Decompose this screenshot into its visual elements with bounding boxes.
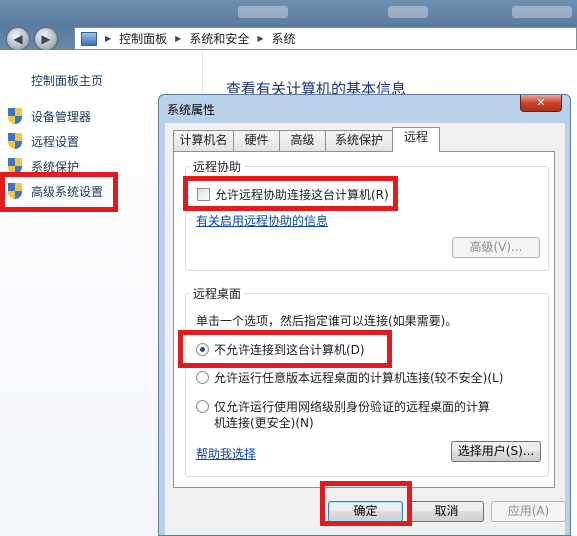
remote-assistance-label: 远程协助: [190, 158, 245, 175]
shield-icon: [8, 183, 22, 199]
select-users-button[interactable]: 选择用户(S)...: [451, 441, 541, 462]
ok-button[interactable]: 确定: [328, 501, 403, 522]
close-icon: ✕: [536, 96, 546, 109]
control-panel-icon: [81, 31, 97, 46]
close-button[interactable]: ✕: [520, 95, 562, 112]
remote-desktop-instruction: 单击一个选项，然后指定谁可以连接(如果需要)。: [196, 314, 458, 328]
cancel-button[interactable]: 取消: [409, 501, 484, 522]
system-properties-dialog: 系统属性 ✕ 计算机名 硬件 高级 系统保护 远程 远程协助 允许远程协助连接这…: [158, 94, 571, 536]
blurred-title-text: [238, 6, 288, 18]
allow-remote-assistance-checkbox[interactable]: [197, 188, 210, 201]
tab-computer-name[interactable]: 计算机名: [173, 130, 234, 151]
tab-system-protection[interactable]: 系统保护: [325, 130, 393, 151]
breadcrumb-system[interactable]: 系统: [272, 30, 296, 47]
back-button[interactable]: ◀: [6, 27, 30, 51]
allow-nla-label-line2[interactable]: 机连接(更安全)(N): [214, 414, 314, 431]
sidebar-item-label: 系统保护: [31, 159, 80, 174]
no-connection-label[interactable]: 不允许连接到这台计算机(D): [214, 341, 365, 358]
sidebar-item-system-protection[interactable]: 系统保护: [8, 157, 79, 175]
sidebar-item-label: 高级系统设置: [31, 184, 104, 199]
breadcrumb-arrow-icon: ▶: [257, 34, 264, 43]
shield-icon: [8, 108, 22, 124]
blurred-title-text: [388, 6, 428, 18]
dialog-title: 系统属性: [167, 103, 216, 117]
control-panel-home-link[interactable]: 控制面板主页: [31, 72, 103, 89]
remote-tab-panel: 远程协助 允许远程协助连接这台计算机(R) 有关启用远程协助的信息 高级(V).…: [173, 151, 555, 488]
shield-icon: [8, 133, 22, 149]
remote-desktop-label: 远程桌面: [190, 285, 245, 302]
shield-icon: [8, 158, 22, 174]
dialog-body: 计算机名 硬件 高级 系统保护 远程 远程协助 允许远程协助连接这台计算机(R)…: [165, 123, 566, 535]
allow-remote-assistance-label[interactable]: 允许远程协助连接这台计算机(R): [215, 186, 389, 203]
no-connection-radio[interactable]: [196, 343, 209, 356]
breadcrumb-system-security[interactable]: 系统和安全: [189, 30, 249, 47]
sidebar-item-device-manager[interactable]: 设备管理器: [8, 107, 91, 125]
blurred-title-text: [512, 6, 572, 18]
sidebar-item-remote-settings[interactable]: 远程设置: [8, 132, 79, 150]
help-me-choose-link[interactable]: 帮助我选择: [196, 445, 256, 462]
breadcrumb-arrow-icon: ▶: [105, 34, 112, 43]
remote-assistance-info-link[interactable]: 有关启用远程协助的信息: [196, 212, 328, 229]
allow-any-version-label[interactable]: 允许运行任意版本远程桌面的计算机连接(较不安全)(L): [214, 369, 503, 386]
advanced-button[interactable]: 高级(V)...: [452, 237, 540, 258]
tab-advanced[interactable]: 高级: [279, 130, 326, 151]
breadcrumb-arrow-icon: ▶: [175, 34, 182, 43]
sidebar-item-advanced-settings[interactable]: 高级系统设置: [8, 182, 103, 200]
tab-hardware[interactable]: 硬件: [233, 130, 280, 151]
allow-any-version-radio[interactable]: [196, 371, 209, 384]
sidebar-item-label: 设备管理器: [31, 109, 92, 124]
sidebar-item-label: 远程设置: [31, 134, 80, 149]
breadcrumb-control-panel[interactable]: 控制面板: [119, 30, 167, 47]
forward-button[interactable]: ▶: [34, 27, 58, 51]
apply-button[interactable]: 应用(A): [491, 501, 566, 522]
allow-nla-label[interactable]: 仅允许运行使用网络级别身份验证的远程桌面的计算: [214, 398, 490, 415]
address-bar[interactable]: ▶ 控制面板 ▶ 系统和安全 ▶ 系统: [74, 27, 577, 50]
allow-nla-radio[interactable]: [196, 400, 209, 413]
tab-remote[interactable]: 远程: [392, 127, 440, 152]
